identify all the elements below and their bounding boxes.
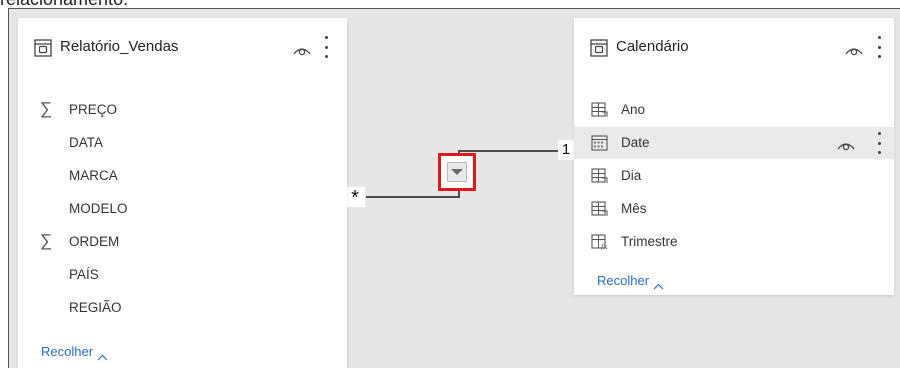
field-row[interactable]: DATA <box>18 127 347 159</box>
field-row-selected[interactable]: Date <box>574 127 894 159</box>
table-card-relatorio-vendas[interactable]: Relatório_Vendas ∑ PREÇO DATA MARCA MODE… <box>18 18 347 368</box>
field-row[interactable]: Dia <box>574 160 894 192</box>
calendar-icon <box>591 134 608 151</box>
table-title: Relatório_Vendas <box>60 38 179 55</box>
svg-text:fx: fx <box>600 243 608 250</box>
field-name: REGIÃO <box>69 300 122 315</box>
collapse-label: Recolher <box>41 344 94 359</box>
cross-filter-direction-button[interactable] <box>438 153 476 191</box>
field-name: Trimestre <box>621 234 678 249</box>
more-options-icon[interactable] <box>876 132 882 154</box>
field-name: Ano <box>621 102 646 117</box>
table-title: Calendário <box>616 38 689 55</box>
table-icon <box>34 39 52 57</box>
cross-filter-arrow-icon <box>447 162 467 182</box>
relationship-line-right[interactable] <box>458 150 564 152</box>
relationship-line-left[interactable] <box>366 196 459 198</box>
field-row[interactable]: MODELO <box>18 193 347 225</box>
table-card-calendario[interactable]: Calendário Ano Date Dia Mês fx Trimestre… <box>574 18 894 295</box>
chevron-up-icon <box>653 278 664 290</box>
table-card-header[interactable]: Relatório_Vendas <box>18 18 347 74</box>
more-options-icon[interactable] <box>876 36 882 58</box>
field-name: PAÍS <box>69 267 99 282</box>
field-row[interactable]: ∑ PREÇO <box>18 94 347 126</box>
field-name: DATA <box>69 135 104 150</box>
page-caption: relacionamento: <box>0 0 128 8</box>
field-row[interactable]: MARCA <box>18 160 347 192</box>
cardinality-one-label: 1 <box>558 140 574 160</box>
sum-icon: ∑ <box>40 231 53 250</box>
sum-icon: ∑ <box>40 99 53 118</box>
field-row[interactable]: Ano <box>574 94 894 126</box>
field-name: Dia <box>621 168 642 183</box>
field-name: Date <box>621 135 650 150</box>
field-row[interactable]: REGIÃO <box>18 292 347 324</box>
more-options-icon[interactable] <box>323 36 329 58</box>
field-row[interactable]: fx Trimestre <box>574 226 894 258</box>
calculated-column-icon: fx <box>591 233 608 251</box>
field-name: ORDEM <box>69 234 120 249</box>
hierarchy-icon <box>591 200 608 217</box>
field-row[interactable]: PAÍS <box>18 259 347 291</box>
field-name: PREÇO <box>69 102 118 117</box>
field-name: MODELO <box>69 201 128 216</box>
field-row[interactable]: ∑ ORDEM <box>18 226 347 258</box>
visibility-eye-icon[interactable] <box>845 43 863 56</box>
chevron-up-icon <box>97 349 108 361</box>
model-canvas[interactable]: * 1 Relatório_Vendas ∑ PREÇO DATA MARCA <box>8 8 900 368</box>
collapse-link[interactable]: Recolher <box>41 344 108 361</box>
table-icon <box>590 39 608 57</box>
hierarchy-icon <box>591 167 608 184</box>
field-row[interactable]: Mês <box>574 193 894 225</box>
collapse-link[interactable]: Recolher <box>597 273 664 290</box>
collapse-label: Recolher <box>597 273 650 288</box>
visibility-eye-icon[interactable] <box>293 43 311 56</box>
visibility-eye-icon[interactable] <box>837 139 855 151</box>
table-card-header[interactable]: Calendário <box>574 18 894 74</box>
hierarchy-icon <box>591 101 608 118</box>
cardinality-many-label: * <box>345 187 365 209</box>
field-name: Mês <box>621 201 647 216</box>
field-name: MARCA <box>69 168 118 183</box>
